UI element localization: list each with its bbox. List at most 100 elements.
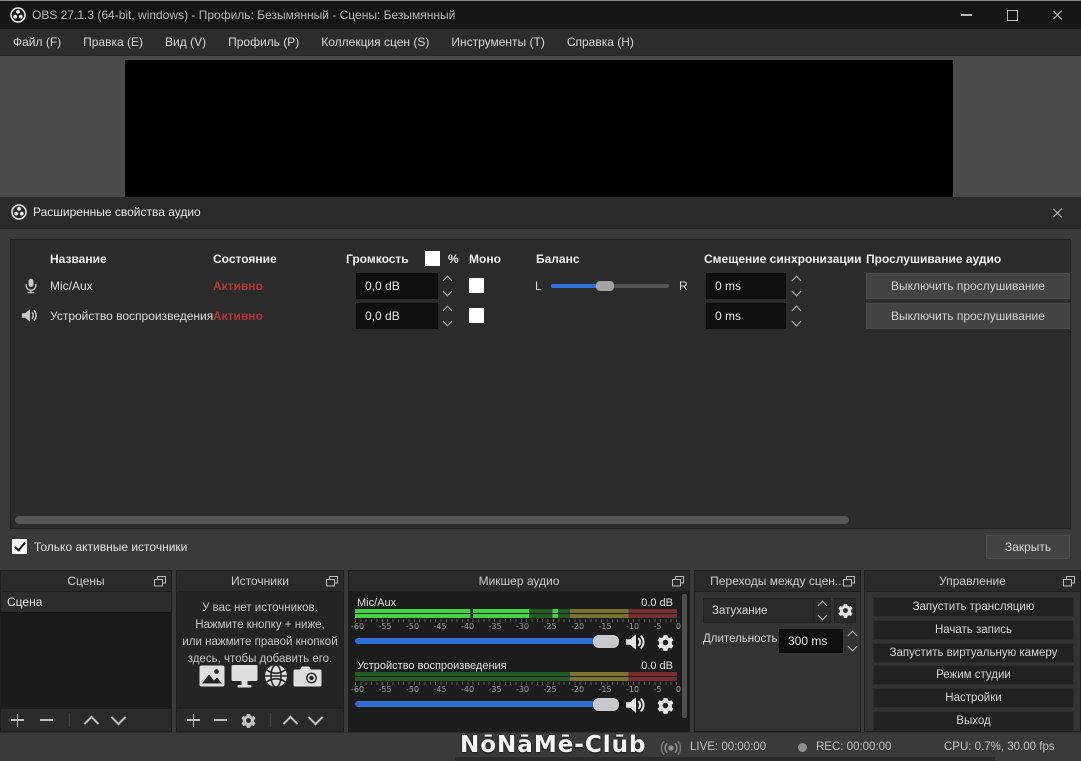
balance-right-label: R	[679, 279, 688, 293]
volume-spinbox[interactable]: 0,0 dB	[356, 303, 438, 329]
remove-source-button[interactable]	[214, 714, 227, 727]
menu-item[interactable]: Вид (V)	[154, 35, 217, 49]
audio-monitoring-button[interactable]: Выключить прослушивание	[866, 273, 1070, 299]
menu-item[interactable]: Инструменты (T)	[440, 35, 555, 49]
scene-list-item[interactable]: Сцена	[1, 592, 171, 613]
meter-scale-label: -15	[598, 685, 612, 694]
audio-mixer-panel: Микшер аудио Mic/Aux 0.0 dB -60 -55 -50 -45…	[348, 570, 690, 732]
sources-panel-header[interactable]: Источники	[176, 570, 344, 592]
chevron-up-icon[interactable]	[442, 275, 452, 286]
sources-panel-title: Источники	[231, 574, 289, 588]
mute-speaker-icon[interactable]	[625, 633, 647, 651]
move-source-down-button[interactable]	[307, 709, 324, 725]
preview-canvas[interactable]	[125, 60, 953, 197]
control-button[interactable]: Настройки	[873, 688, 1074, 709]
chevron-up-icon[interactable]	[791, 305, 801, 316]
control-button[interactable]: Режим студии	[873, 665, 1074, 686]
control-button[interactable]: Начать запись	[873, 619, 1074, 640]
obs-logo-icon	[10, 7, 26, 23]
move-scene-up-button[interactable]	[83, 715, 100, 731]
speaker-icon	[21, 309, 37, 322]
sync-offset-spinbox[interactable]: 0 ms	[706, 273, 786, 299]
controls-panel: Управление Запустить трансляцию Начать за…	[864, 570, 1081, 732]
chevron-down-icon	[817, 610, 827, 621]
chevron-down-icon[interactable]	[791, 286, 801, 297]
maximize-button[interactable]	[989, 1, 1035, 29]
popout-icon	[326, 576, 338, 587]
transition-select[interactable]: Затухание	[703, 598, 831, 623]
chevron-down-icon[interactable]	[847, 641, 857, 652]
volume-spin-buttons[interactable]	[439, 273, 455, 299]
toolbar-divider	[69, 713, 70, 727]
close-window-button[interactable]	[1035, 1, 1081, 29]
mixer-scrollbar[interactable]	[682, 594, 687, 718]
add-source-button[interactable]	[187, 713, 200, 727]
chevron-down-icon[interactable]	[442, 316, 452, 327]
watermark: NōNāMē-Clūb	[460, 732, 647, 758]
audio-monitoring-button[interactable]: Выключить прослушивание	[866, 303, 1070, 329]
chevron-up-icon[interactable]	[791, 275, 801, 286]
channel-settings-gear-icon[interactable]	[657, 697, 674, 714]
table-row: Устройство воспроизведения Активно 0,0 d…	[11, 303, 1070, 329]
mono-checkbox[interactable]	[469, 308, 484, 323]
control-buttons: Запустить трансляцию Начать запись Запусти…	[873, 597, 1074, 731]
control-button[interactable]: Запустить виртуальную камеру	[873, 642, 1074, 663]
transitions-panel-header[interactable]: Переходы между сцен...	[694, 570, 861, 592]
transition-select-spinner[interactable]	[813, 599, 830, 622]
dialog-close-action-button[interactable]: Закрыть	[986, 535, 1070, 559]
minimize-button[interactable]	[943, 1, 989, 29]
remove-scene-button[interactable]	[40, 714, 53, 727]
col-header-mono: Моно	[469, 252, 501, 266]
source-name: Mic/Aux	[50, 279, 93, 293]
mixer-panel-header[interactable]: Микшер аудио	[348, 570, 690, 592]
volume-slider-handle[interactable]	[593, 698, 619, 711]
active-only-checkbox[interactable]	[12, 539, 27, 554]
horizontal-scrollbar[interactable]	[15, 516, 849, 524]
dialog-titlebar[interactable]: Расширенные свойства аудио	[0, 197, 1081, 229]
scenes-list: Сцена	[0, 592, 172, 708]
scenes-panel-header[interactable]: Сцены	[0, 570, 172, 592]
volume-slider[interactable]	[355, 638, 623, 644]
menu-item[interactable]: Справка (H)	[556, 35, 645, 49]
meter-scale-label: -30	[516, 622, 530, 631]
balance-handle[interactable]	[596, 281, 614, 291]
controls-panel-title: Управление	[939, 574, 1006, 588]
chevron-up-icon[interactable]	[442, 305, 452, 316]
mute-speaker-icon[interactable]	[625, 696, 647, 714]
sync-spin-buttons[interactable]	[788, 273, 804, 299]
control-button[interactable]: Запустить трансляцию	[873, 597, 1074, 617]
popout-icon	[672, 576, 684, 587]
audio-meter	[355, 672, 677, 676]
sync-spin-buttons[interactable]	[788, 303, 804, 329]
move-scene-down-button[interactable]	[110, 709, 127, 725]
dialog-close-button[interactable]	[1045, 201, 1071, 225]
volume-percent-checkbox[interactable]	[425, 251, 440, 266]
source-properties-gear-icon[interactable]	[241, 713, 256, 728]
duration-spin-buttons[interactable]	[844, 628, 860, 654]
transition-properties-button[interactable]	[834, 598, 856, 623]
menu-item[interactable]: Профиль (P)	[217, 35, 310, 49]
duration-spinbox[interactable]: 300 ms	[779, 629, 843, 653]
channel-settings-gear-icon[interactable]	[657, 634, 674, 651]
volume-spinbox[interactable]: 0,0 dB	[356, 273, 438, 299]
sync-offset-spinbox[interactable]: 0 ms	[706, 303, 786, 329]
mono-checkbox[interactable]	[469, 278, 484, 293]
volume-spin-buttons[interactable]	[439, 303, 455, 329]
chevron-down-icon[interactable]	[791, 316, 801, 327]
control-button[interactable]: Выход	[873, 710, 1074, 731]
volume-slider-handle[interactable]	[593, 635, 619, 648]
volume-slider-fill	[355, 701, 607, 707]
chevron-down-icon[interactable]	[442, 286, 452, 297]
move-source-up-button[interactable]	[282, 715, 299, 731]
menu-item[interactable]: Правка (E)	[72, 35, 154, 49]
menu-item[interactable]: Коллекция сцен (S)	[310, 35, 440, 49]
toolbar-divider	[270, 713, 271, 727]
col-header-volume: Громкость	[346, 252, 409, 266]
meter-scale-label: -55	[378, 622, 392, 631]
chevron-up-icon[interactable]	[847, 630, 857, 641]
volume-slider[interactable]	[355, 701, 623, 707]
microphone-icon	[25, 278, 37, 294]
menu-item[interactable]: Файл (F)	[2, 35, 72, 49]
controls-panel-header[interactable]: Управление	[864, 570, 1081, 592]
add-scene-button[interactable]	[11, 713, 24, 727]
